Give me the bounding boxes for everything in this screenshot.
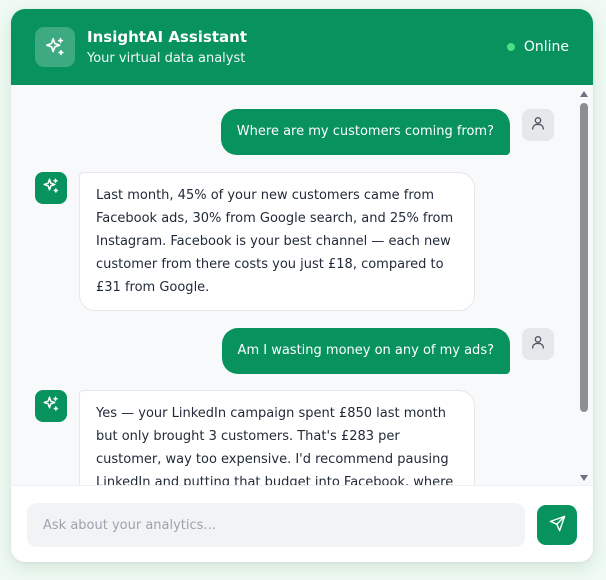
assistant-message-bubble: Yes — your LinkedIn campaign spent £850 …	[79, 390, 475, 485]
user-avatar	[522, 328, 554, 360]
message-scrollbar[interactable]	[578, 87, 590, 485]
user-icon	[530, 334, 546, 354]
sparkles-icon	[42, 177, 60, 199]
scroll-down-arrow[interactable]	[580, 475, 588, 481]
assistant-subtitle: Your virtual data analyst	[87, 51, 246, 66]
scroll-up-arrow[interactable]	[580, 91, 588, 97]
assistant-title: InsightAI Assistant	[87, 28, 248, 46]
chat-widget: InsightAI Assistant Your virtual data an…	[11, 9, 593, 562]
scroll-thumb[interactable]	[580, 103, 588, 412]
user-icon	[530, 115, 546, 135]
message-row-user: Am I wasting money on any of my ads?	[221, 328, 554, 374]
send-button[interactable]	[537, 505, 577, 545]
message-input[interactable]	[27, 503, 525, 547]
user-message-bubble: Where are my customers coming from?	[220, 109, 510, 155]
sparkles-icon	[42, 395, 60, 417]
user-message-bubble: Am I wasting money on any of my ads?	[221, 328, 510, 374]
status-label: Online	[523, 39, 569, 55]
message-row-assistant: Last month, 45% of your new customers ca…	[35, 172, 475, 311]
message-list[interactable]: Where are my customers coming from? Last…	[11, 85, 593, 485]
assistant-message-bubble: Last month, 45% of your new customers ca…	[79, 172, 475, 311]
message-row-assistant: Yes — your LinkedIn campaign spent £850 …	[35, 390, 475, 485]
send-icon	[549, 515, 566, 536]
composer	[11, 485, 593, 562]
chat-header: InsightAI Assistant Your virtual data an…	[11, 9, 593, 85]
message-row-user: Where are my customers coming from?	[220, 109, 554, 155]
status-dot	[506, 43, 515, 51]
user-avatar	[522, 109, 554, 141]
bot-avatar	[35, 172, 67, 204]
sparkles-icon	[35, 27, 75, 67]
bot-avatar	[35, 390, 67, 422]
status-indicator: Online	[506, 39, 569, 55]
